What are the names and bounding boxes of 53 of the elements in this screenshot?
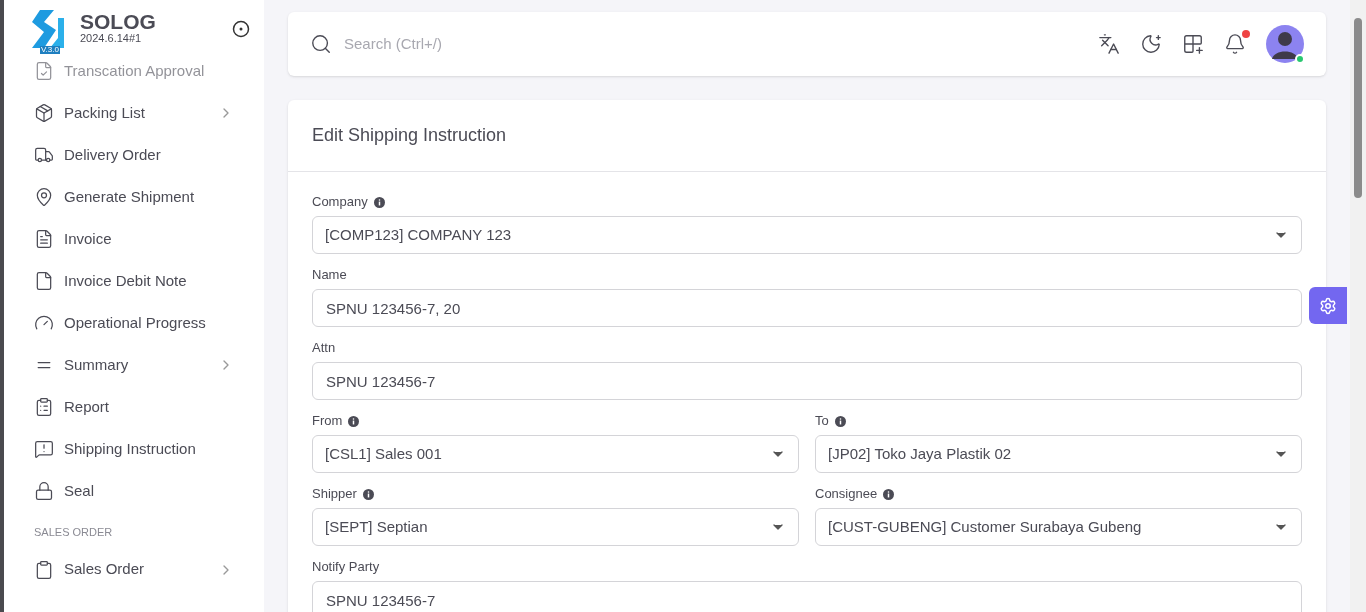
search-icon [310, 33, 332, 55]
field-label: Attn [312, 339, 336, 358]
sidebar-item[interactable]: Delivery Order [4, 134, 264, 176]
person-silhouette-icon [1272, 29, 1298, 59]
input-field[interactable]: SPNU 123456-7 [312, 581, 1302, 612]
sidebar-item[interactable]: Sales Order [4, 548, 264, 591]
field-label: Name [312, 266, 347, 285]
app-version: 2024.6.14#1 [80, 32, 143, 46]
sidebar-item[interactable]: Packing List [4, 92, 264, 134]
user-avatar[interactable] [1266, 25, 1304, 63]
scrollbar-thumb[interactable] [1354, 18, 1362, 198]
field-label: Consignee [815, 485, 878, 504]
message-alert-icon [34, 439, 54, 459]
scrollbar[interactable] [1350, 0, 1366, 612]
sidebar-item[interactable]: Seal [4, 470, 264, 512]
brand-name: SOLOG [80, 11, 157, 33]
field-label: Shipper [312, 485, 357, 504]
document-icon [34, 229, 54, 249]
settings-icon [1319, 296, 1337, 315]
settings-button[interactable] [1309, 287, 1347, 324]
input-field[interactable]: SPNU 123456-7, 20 [312, 289, 1302, 327]
sidebar-item[interactable]: Invoice [4, 218, 264, 260]
search-field[interactable]: Search (Ctrl+/) [344, 32, 1098, 56]
sidebar-item[interactable]: Shipping Instruction [4, 428, 264, 470]
field-label: From [312, 412, 343, 431]
field-label: To [815, 412, 829, 431]
sidebar-item[interactable]: Generate Shipment [4, 176, 264, 218]
moon-icon[interactable] [1140, 33, 1162, 55]
clipboard-icon [34, 397, 54, 417]
sidebar-item[interactable]: Summary [4, 344, 264, 386]
field-label: Notify Party [312, 558, 380, 577]
translate-icon[interactable] [1098, 33, 1120, 55]
select-field[interactable]: [JP02] Toko Jaya Plastik 02 [815, 435, 1302, 473]
section-heading: SALES ORDER [33, 525, 114, 540]
sidebar-item[interactable]: Report [4, 386, 264, 428]
logo-version: V.3.0 [40, 45, 60, 54]
file-icon [34, 271, 54, 291]
document-check-icon [34, 61, 54, 81]
card-title: Edit Shipping Instruction [312, 124, 507, 147]
map-pin-icon [34, 187, 54, 207]
lock-icon [34, 481, 54, 501]
field-label: Company [312, 193, 368, 212]
sidebar-toggle-icon[interactable] [232, 19, 250, 38]
box-icon [34, 103, 54, 123]
select-field[interactable]: [SEPT] Septian [312, 508, 799, 546]
sidebar-item[interactable]: Invoice Debit Note [4, 260, 264, 302]
select-field[interactable]: [CSL1] Sales 001 [312, 435, 799, 473]
select-field[interactable]: [CUST-GUBENG] Customer Surabaya Gubeng [815, 508, 1302, 546]
sidebar-item[interactable]: Operational Progress [4, 302, 264, 344]
input-field[interactable]: SPNU 123456-7 [312, 362, 1302, 400]
grid-plus-icon[interactable] [1182, 33, 1204, 55]
truck-icon [34, 145, 54, 165]
select-field[interactable]: [COMP123] COMPANY 123 [312, 216, 1302, 254]
